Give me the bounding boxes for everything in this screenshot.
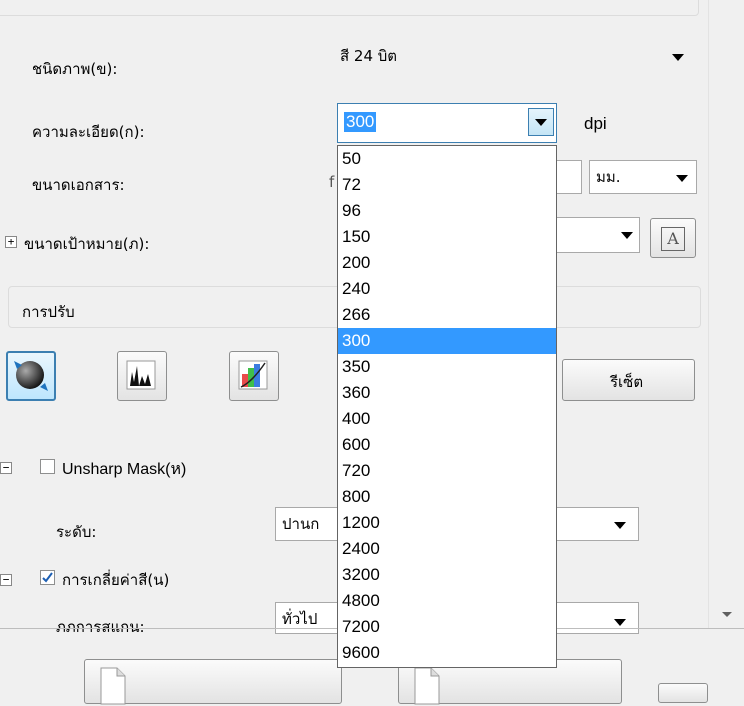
resolution-option[interactable]: 72 (338, 172, 556, 198)
chevron-down-icon (672, 54, 684, 61)
text-enhancement-button[interactable]: A (650, 218, 696, 258)
resolution-option[interactable]: 1200 (338, 510, 556, 536)
resolution-dropdown-button[interactable] (528, 108, 554, 136)
help-button[interactable] (658, 683, 708, 703)
resolution-option[interactable]: 4800 (338, 588, 556, 614)
checkmark-icon (42, 572, 53, 583)
document-size-label: ขนาดเอกสาร: (32, 176, 125, 194)
resolution-option[interactable]: 240 (338, 276, 556, 302)
resolution-value: 300 (344, 112, 377, 132)
document-size-partial: f (329, 173, 335, 191)
color-restore-checkbox[interactable] (40, 570, 55, 585)
image-type-value: สี 24 บิต (340, 47, 398, 65)
resolution-option[interactable]: 720 (338, 458, 556, 484)
resolution-option[interactable]: 3200 (338, 562, 556, 588)
document-icon (414, 667, 440, 705)
resolution-label: ความละเอียด(ก): (32, 123, 145, 141)
unsharp-checkbox[interactable] (40, 459, 55, 474)
document-size-unit: มม. (596, 168, 621, 186)
resolution-option[interactable]: 300 (338, 328, 556, 354)
text-a-icon: A (661, 227, 685, 251)
color-restore-collapse-icon[interactable]: − (0, 574, 12, 586)
image-type-label: ชนิดภาพ(ข): (32, 60, 118, 78)
resolution-option[interactable]: 600 (338, 432, 556, 458)
resolution-option[interactable]: 2400 (338, 536, 556, 562)
resolution-option[interactable]: 800 (338, 484, 556, 510)
resolution-dropdown-list[interactable]: 50 72 96 150 200 240 266 300 350 360 400 600 720 800 1… (337, 145, 557, 668)
chevron-down-icon (535, 119, 547, 126)
document-icon (100, 667, 126, 705)
vertical-scrollbar[interactable] (708, 0, 744, 628)
resolution-option[interactable]: 9600 (338, 640, 556, 666)
color-restore-mode-label: ภภการสแกน: (56, 618, 145, 636)
chevron-down-icon (621, 232, 633, 239)
resolution-option[interactable]: 266 (338, 302, 556, 328)
reset-label: รีเซ็ต (610, 373, 644, 391)
unsharp-label: Unsharp Mask(ห) (62, 461, 187, 478)
resolution-option[interactable]: 200 (338, 250, 556, 276)
image-type-select[interactable]: สี 24 บิต (335, 39, 697, 73)
adjustments-title: การปรับ (22, 303, 75, 321)
resolution-select[interactable]: 300 (337, 103, 557, 143)
resolution-option[interactable]: 400 (338, 406, 556, 432)
image-settings-group (0, 0, 699, 16)
resolution-option[interactable]: 360 (338, 380, 556, 406)
document-size-unit-select[interactable]: มม. (589, 160, 697, 194)
resolution-option[interactable]: 50 (338, 146, 556, 172)
auto-exposure-icon (14, 361, 48, 391)
resolution-option[interactable]: 7200 (338, 614, 556, 640)
resolution-unit: dpi (584, 114, 607, 133)
color-restore-label: การเกลี่ยค่าสี(น) (62, 571, 170, 589)
chevron-down-icon (676, 175, 688, 182)
target-size-label: ขนาดเป้าหมาย(ภ): (24, 235, 150, 253)
resolution-option[interactable]: 350 (338, 354, 556, 380)
scroll-down-arrow-icon[interactable] (722, 612, 732, 617)
tone-correction-button[interactable] (229, 351, 279, 401)
document-size-width-field[interactable] (556, 160, 582, 194)
unsharp-collapse-icon[interactable]: − (0, 462, 12, 474)
histogram-icon (126, 360, 156, 390)
preview-button[interactable] (84, 659, 342, 705)
chevron-down-icon (614, 522, 626, 529)
unsharp-level-value: ปานก (282, 515, 320, 533)
chevron-down-icon (614, 619, 626, 626)
histogram-adjustment-button[interactable] (117, 351, 167, 401)
auto-exposure-button[interactable] (6, 351, 56, 401)
target-size-select[interactable] (556, 217, 640, 253)
target-size-expand-icon[interactable]: + (5, 236, 17, 248)
resolution-option[interactable]: 150 (338, 224, 556, 250)
tone-curve-icon (238, 360, 268, 390)
unsharp-level-label: ระดับ: (56, 523, 97, 541)
resolution-option[interactable]: 96 (338, 198, 556, 224)
reset-button[interactable]: รีเซ็ต (562, 359, 695, 401)
